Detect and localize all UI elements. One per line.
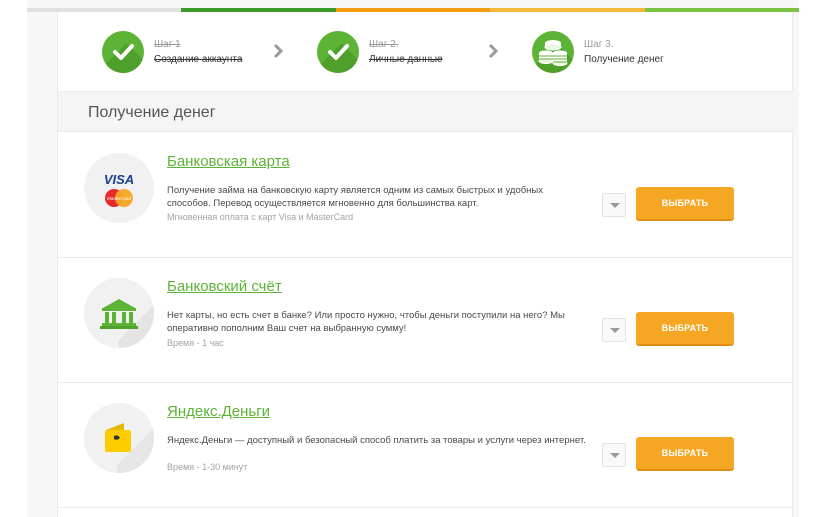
progress-steps: Шаг 1 Создание аккаунта Шаг 2. Личные да… [58,12,794,92]
option-title-link[interactable]: Яндекс.Деньги [167,403,270,420]
section-title: Получение денег [88,104,216,121]
payout-option-bank-account: Банковский счёт Нет карты, но есть счет … [58,258,794,383]
payout-option-bank-card: VISA MasterCard Банковская карта Получен… [58,133,794,258]
select-button[interactable]: ВЫБРАТЬ [636,312,734,346]
select-button[interactable]: ВЫБРАТЬ [636,437,734,471]
chevron-right-icon [273,43,283,59]
select-button[interactable]: ВЫБРАТЬ [636,187,734,221]
details-dropdown-toggle[interactable] [602,443,626,467]
details-dropdown-toggle[interactable] [602,318,626,342]
content-card: Шаг 1 Создание аккаунта Шаг 2. Личные да… [57,12,794,517]
option-note: Мгновенная оплата с карт Visa и MasterCa… [167,212,354,222]
step-3: Шаг 3. Получение денег [532,31,664,73]
chevron-right-icon [488,43,498,59]
option-title-link[interactable]: Банковская карта [167,153,290,170]
option-title-link[interactable]: Банковский счёт [167,278,282,295]
page: Шаг 1 Создание аккаунта Шаг 2. Личные да… [0,0,825,517]
visa-mastercard-icon: VISA MasterCard [84,153,154,223]
step-2-label: Шаг 2. [369,39,399,50]
checkmark-icon [102,31,144,73]
coins-icon [532,31,574,73]
step-1-text: Шаг 1 Создание аккаунта [154,37,242,67]
step-3-text: Шаг 3. Получение денег [584,37,664,67]
step-1-label: Шаг 1 [154,39,181,50]
payout-option-yandex-money: Яндекс.Деньги Яндекс.Деньги — доступный … [58,383,794,508]
option-note: Время - 1 час [167,338,224,348]
option-description: Нет карты, но есть счет в банке? Или про… [167,310,565,334]
option-description: Получение займа на банковскую карту явля… [167,185,543,209]
step-3-label: Шаг 3. [584,39,614,50]
checkmark-icon [317,31,359,73]
step-1-name: Создание аккаунта [154,54,243,65]
page-frame: Шаг 1 Создание аккаунта Шаг 2. Личные да… [27,0,800,517]
step-2-name: Личные данные [369,54,443,65]
details-dropdown-toggle[interactable] [602,193,626,217]
step-1: Шаг 1 Создание аккаунта [102,31,242,73]
mastercard-text: MasterCard [107,196,131,201]
option-note: Время - 1-30 минут [167,462,248,472]
yandex-wallet-icon [84,403,154,473]
bank-building-icon [84,278,154,348]
section-header: Получение денег [58,92,794,132]
option-description: Яндекс.Деньги — доступный и безопасный с… [167,435,586,446]
step-2: Шаг 2. Личные данные [317,31,443,73]
step-3-name: Получение денег [584,54,664,65]
step-2-text: Шаг 2. Личные данные [369,37,443,67]
visa-text: VISA [104,172,134,187]
